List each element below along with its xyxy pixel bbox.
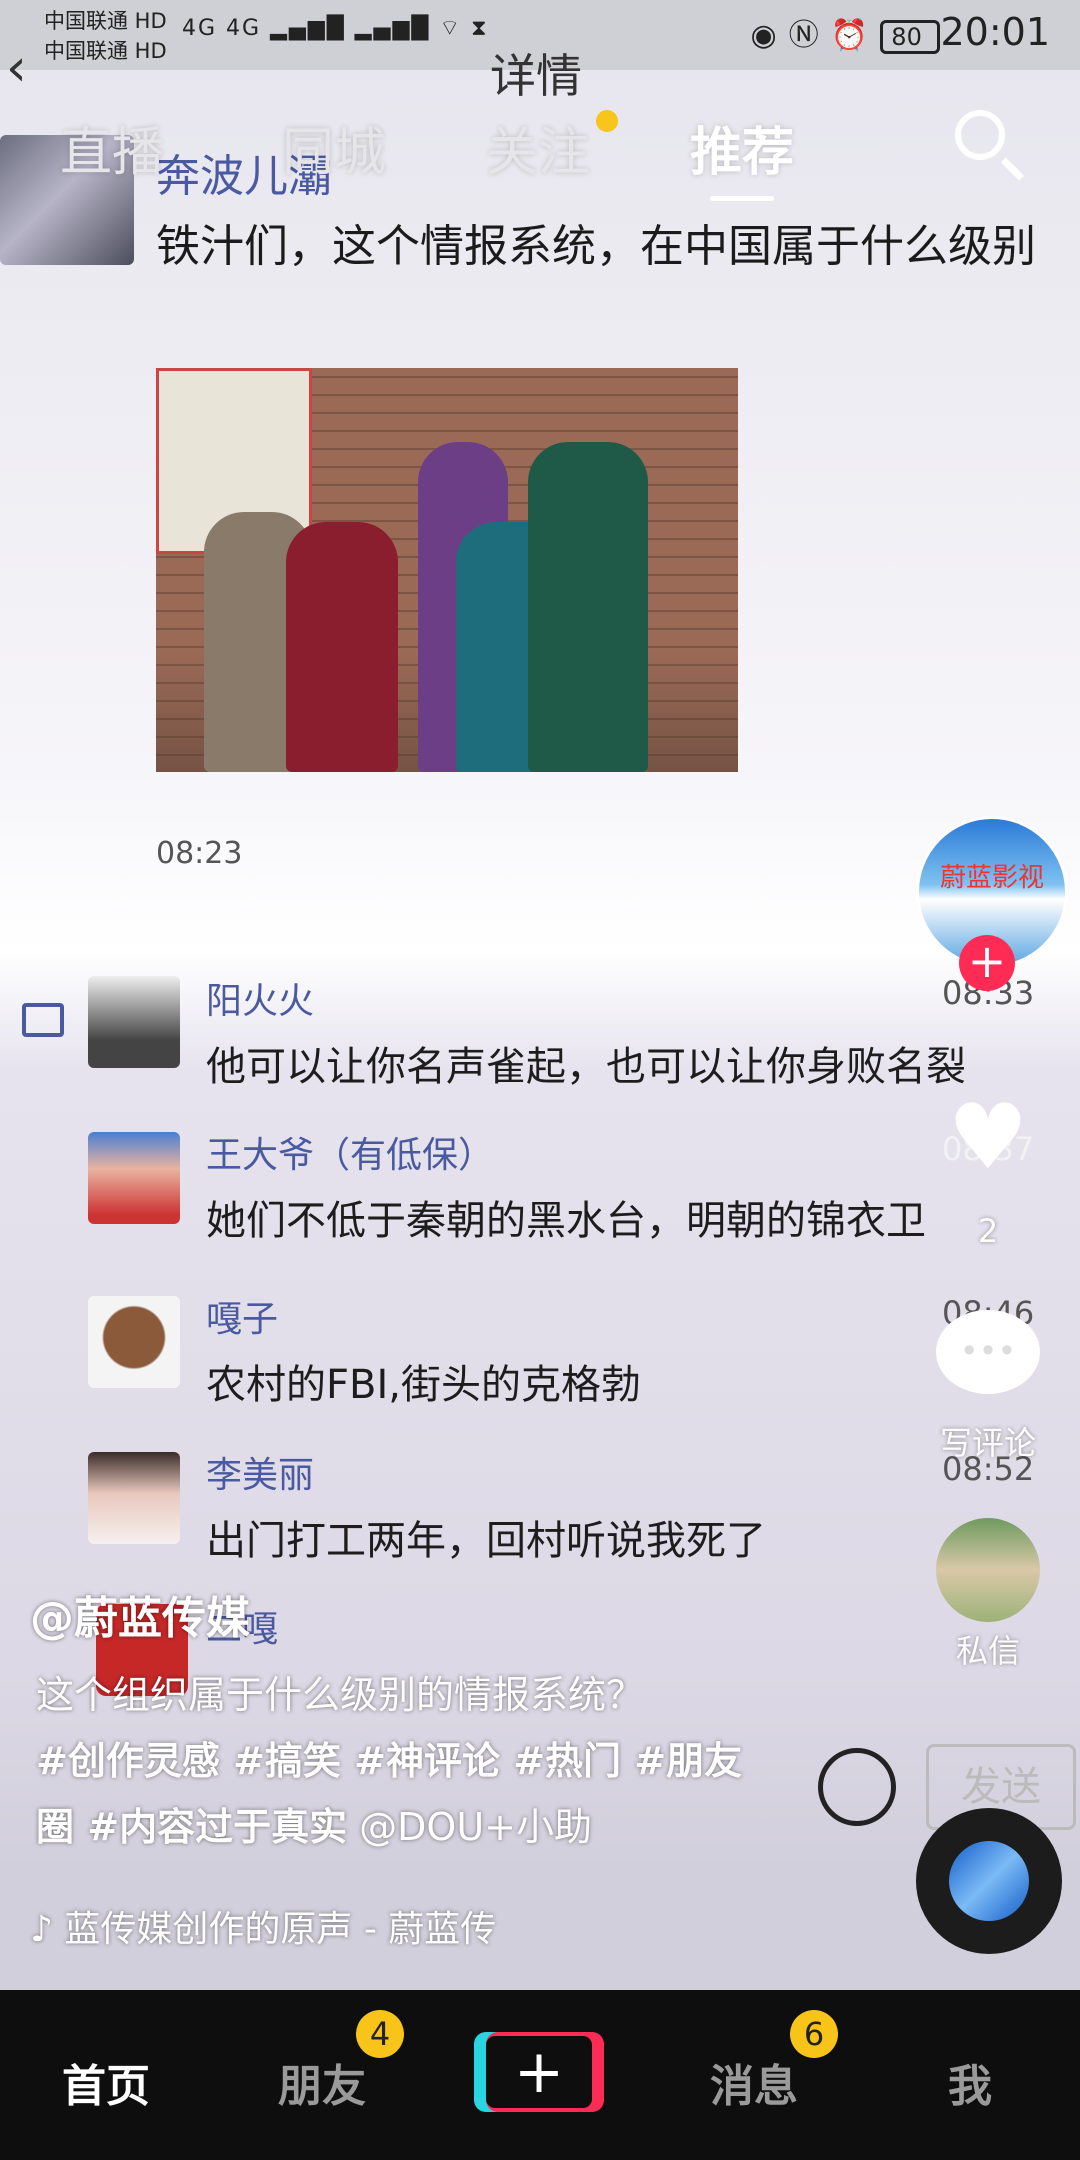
heart-icon[interactable]: ♥ bbox=[936, 1090, 1040, 1186]
description-text: 这个组织属于什么级别的情报系统？ bbox=[36, 1673, 645, 1717]
commenter-avatar bbox=[88, 1132, 180, 1224]
tab-me[interactable]: 我 bbox=[948, 2050, 992, 2114]
commenter-avatar bbox=[88, 1296, 180, 1388]
create-button[interactable]: + bbox=[474, 2032, 604, 2112]
music-title: 蓝传媒创作的原声 - 蔚蓝传 bbox=[64, 1909, 497, 1950]
tab-friends[interactable]: 朋友 bbox=[278, 2050, 366, 2114]
eye-icon: ◉ bbox=[750, 18, 777, 53]
comment-text: 农村的FBI,街头的克格勃 bbox=[206, 1362, 641, 1408]
post-time: 08:23 bbox=[156, 836, 243, 871]
commenter-name: 阳火火 bbox=[206, 981, 315, 1022]
back-arrow-icon[interactable]: ‹ bbox=[6, 38, 27, 98]
following-new-dot bbox=[596, 110, 618, 132]
nfc-icon: Ⓝ bbox=[788, 18, 819, 53]
signal-indicators: 4G 4G ▂▄▆█ ▂▄▆█ ⌔ ⧗ bbox=[182, 14, 489, 42]
battery-icon: 80 bbox=[880, 20, 941, 54]
network-type: 4G 4G bbox=[182, 16, 262, 41]
dm-label: 私信 bbox=[955, 1632, 1020, 1670]
follow-plus-button[interactable]: + bbox=[959, 935, 1015, 991]
commenter-avatar bbox=[88, 976, 180, 1068]
comment-text: 出门打工两年，回村听说我死了 bbox=[206, 1518, 766, 1564]
messages-badge: 6 bbox=[790, 2010, 838, 2058]
page-title: 详情 bbox=[490, 49, 582, 103]
status-right: ◉ Ⓝ ⏰ 80 20:01 bbox=[750, 10, 1050, 54]
like-count: 2 bbox=[977, 1212, 999, 1250]
commenter-name: 李美丽 bbox=[206, 1455, 315, 1496]
carrier-labels: 中国联通 HD 中国联通 HD bbox=[44, 6, 167, 66]
comment-label: 写评论 bbox=[939, 1424, 1036, 1462]
commenter-avatar bbox=[88, 1452, 180, 1544]
tab-nearby[interactable]: 同城 bbox=[282, 110, 386, 185]
friends-badge: 4 bbox=[356, 2010, 404, 2058]
battery-level: 80 bbox=[891, 23, 922, 51]
comment-bubble-icon[interactable] bbox=[936, 1310, 1040, 1394]
tab-messages[interactable]: 消息 bbox=[710, 2050, 798, 2114]
clock: 20:01 bbox=[940, 10, 1050, 54]
comment-text: 他可以让你名声雀起，也可以让你身败名裂 bbox=[206, 1044, 966, 1090]
tab-following[interactable]: 关注 bbox=[486, 110, 590, 185]
bottom-tab-bar: 首页 朋友 4 + 消息 6 我 bbox=[0, 1990, 1080, 2160]
tab-home[interactable]: 首页 bbox=[62, 2050, 150, 2114]
search-icon[interactable] bbox=[955, 110, 1005, 160]
carrier-1: 中国联通 HD bbox=[44, 9, 167, 33]
commenter-name: 嘎子 bbox=[206, 1299, 279, 1340]
mention-link[interactable]: @DOU+小助 bbox=[359, 1805, 592, 1849]
video-author[interactable]: @蔚蓝传媒 bbox=[30, 1582, 250, 1646]
person-figure bbox=[286, 522, 398, 772]
comment-text: 她们不低于秦朝的黑水台，明朝的锦衣卫 bbox=[206, 1198, 926, 1244]
tab-live[interactable]: 直播 bbox=[60, 110, 164, 185]
emoji-icon bbox=[818, 1748, 896, 1826]
creator-avatar-text: 蔚蓝影视 bbox=[939, 863, 1044, 893]
plus-icon: + bbox=[486, 2036, 592, 2108]
carrier-2: 中国联通 HD bbox=[44, 39, 167, 63]
music-row[interactable]: ♪ 蓝传媒创作的原声 - 蔚蓝传 bbox=[30, 1900, 496, 1952]
post-photo bbox=[156, 368, 738, 772]
commenter-name: 王大爷（有低保） bbox=[206, 1135, 495, 1176]
dm-avatar[interactable] bbox=[936, 1518, 1040, 1622]
music-note-icon: ♪ bbox=[30, 1909, 65, 1950]
comment-icon bbox=[22, 1003, 64, 1037]
video-description: 这个组织属于什么级别的情报系统？ #创作灵感 #搞笑 #神评论 #热门 #朋友圈… bbox=[36, 1662, 776, 1860]
music-disc-icon[interactable] bbox=[916, 1808, 1062, 1954]
person-figure bbox=[528, 442, 648, 772]
alarm-icon: ⏰ bbox=[830, 18, 869, 53]
tab-recommended[interactable]: 推荐 bbox=[690, 110, 794, 201]
top-nav: 直播 同城 关注 推荐 bbox=[0, 100, 1080, 210]
post-text: 铁汁们，这个情报系统，在中国属于什么级别 bbox=[156, 221, 1036, 272]
signal-icon: ▂▄▆█ ▂▄▆█ ⌔ ⧗ bbox=[270, 16, 489, 41]
